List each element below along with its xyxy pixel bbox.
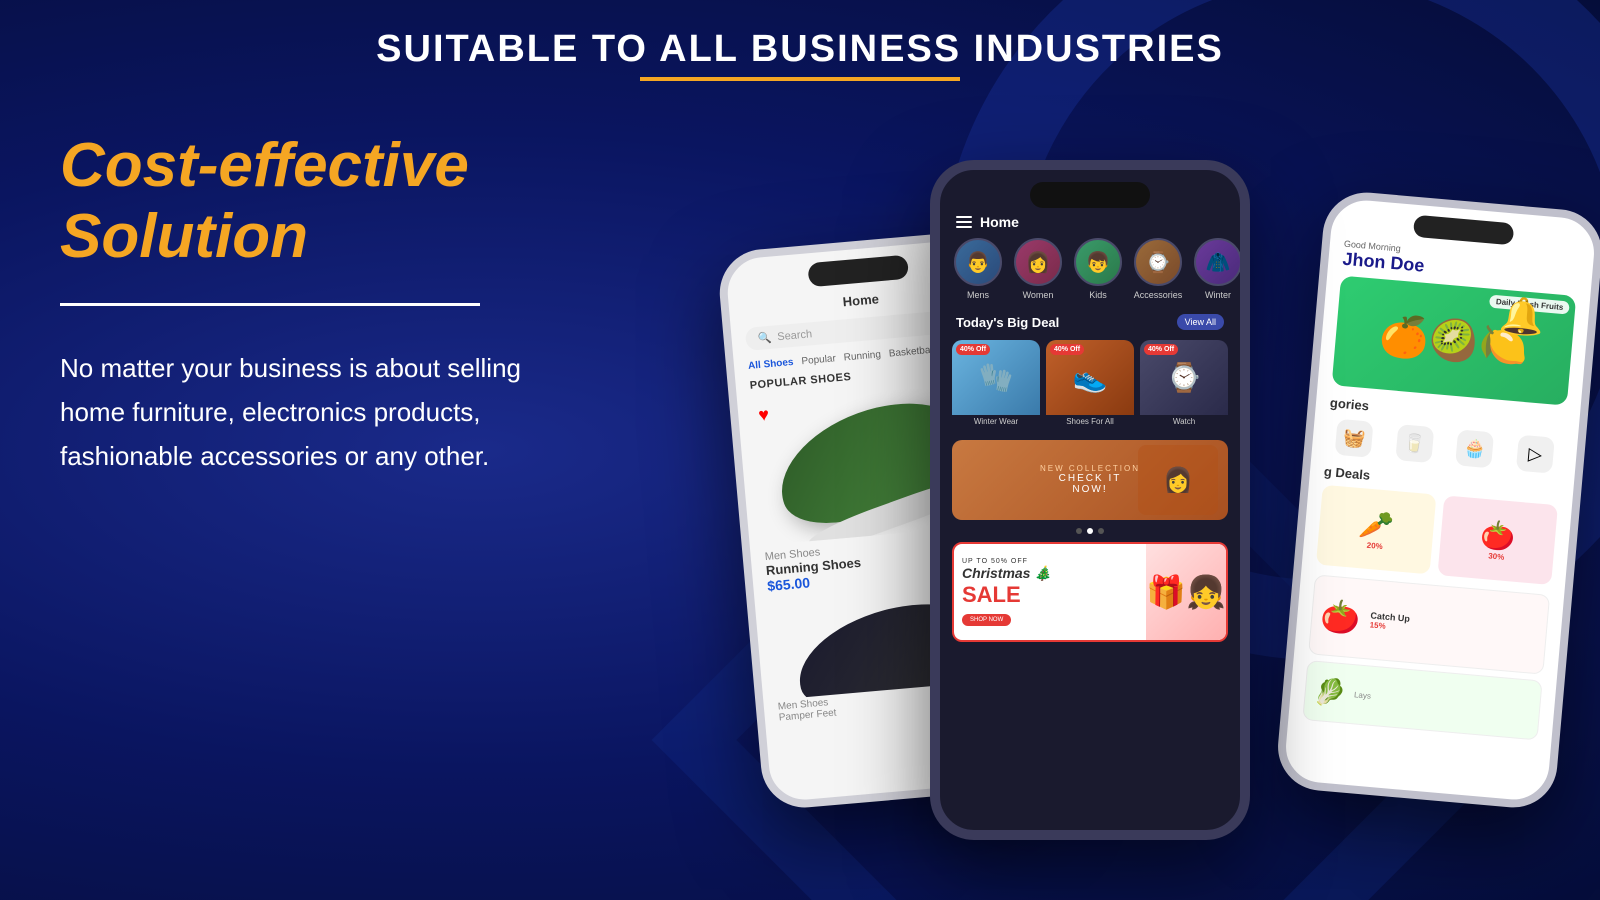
rcat-2[interactable]: 🥛 (1386, 423, 1443, 464)
category-mens-avatar: 👨 (954, 238, 1002, 286)
ketchup-info: Catch Up 15% (1369, 610, 1538, 644)
promo-sub: NEW COLLECTION (1040, 465, 1140, 474)
promo-banner[interactable]: NEW COLLECTION CHECK IT NOW! 👩 (952, 440, 1228, 520)
phone-mid: Home 👨 Mens 👩 Women 👦 Kids ⌚ Accessories… (930, 160, 1250, 840)
category-accessories[interactable]: ⌚ Accessories (1132, 238, 1184, 300)
category-winter-avatar: 🧥 (1194, 238, 1240, 286)
phone-mid-notch (1030, 182, 1150, 208)
category-winter[interactable]: 🧥 Winter (1192, 238, 1240, 300)
dot-1 (1076, 528, 1082, 534)
deal-label-shoes: Shoes For All (1046, 415, 1134, 428)
category-kids[interactable]: 👦 Kids (1072, 238, 1124, 300)
description-text: No matter your business is about selling… (60, 346, 560, 479)
deals-header: Today's Big Deal View All (940, 310, 1240, 334)
chips-product[interactable]: 🥬 Lays (1302, 660, 1542, 740)
main-heading: SUITABLE TO ALL BUSINESS INDUSTRIES (0, 28, 1600, 71)
deal-card-watch[interactable]: 40% Off ⌚ Watch (1140, 340, 1228, 430)
search-placeholder: Search (777, 328, 813, 343)
christmas-offer-text: UP TO 50% OFF (962, 558, 1138, 565)
fruits-banner[interactable]: 🍊🥝🍋 Daily Fresh Fruits 🔔 (1332, 276, 1577, 406)
rcat-icon-3: 🧁 (1455, 429, 1494, 468)
rcat-icon-2: 🥛 (1395, 424, 1434, 463)
main-title: Cost-effective Solution (60, 130, 560, 273)
deal-badge-watch: 40% Off (1144, 344, 1178, 355)
promo-line2: NOW! (1040, 484, 1140, 495)
search-icon: 🔍 (757, 331, 772, 345)
categories-row: 👨 Mens 👩 Women 👦 Kids ⌚ Accessories 🧥 Wi… (940, 238, 1240, 310)
category-women-label: Women (1023, 290, 1054, 300)
deal-badge-winter: 40% Off (956, 344, 990, 355)
rdeal-1-pct: 20% (1366, 541, 1383, 551)
tab-popular[interactable]: Popular (801, 353, 836, 367)
christmas-banner[interactable]: UP TO 50% OFF Christmas 🎄 SALE SHOP NOW … (952, 542, 1228, 642)
christmas-shop-btn[interactable]: SHOP NOW (962, 614, 1011, 626)
deal-label-winter: Winter Wear (952, 415, 1040, 428)
hamburger-icon[interactable] (956, 216, 972, 228)
tab-basketball[interactable]: Basketball (888, 345, 935, 360)
rcat-3[interactable]: 🧁 (1446, 429, 1503, 470)
rcat-icon-4: ▷ (1516, 435, 1555, 474)
category-mens[interactable]: 👨 Mens (952, 238, 1004, 300)
carousel-dots (940, 524, 1240, 538)
christmas-text-area: UP TO 50% OFF Christmas 🎄 SALE SHOP NOW (954, 550, 1146, 634)
ketchup-product[interactable]: 🍅 Catch Up 15% (1308, 574, 1550, 674)
rdeal-1[interactable]: 🥕 20% (1316, 485, 1437, 575)
promo-line1: CHECK IT (1040, 473, 1140, 484)
tab-all-shoes[interactable]: All Shoes (748, 357, 794, 372)
phone-right-notch (1413, 215, 1515, 246)
page-header: SUITABLE TO ALL BUSINESS INDUSTRIES (0, 0, 1600, 91)
category-winter-label: Winter (1205, 290, 1231, 300)
deal-badge-shoes: 40% Off (1050, 344, 1084, 355)
christmas-title: Christmas 🎄 (962, 565, 1138, 582)
deal-card-shoes[interactable]: 40% Off 👟 Shoes For All (1046, 340, 1134, 430)
rdeal-2-pct: 30% (1488, 551, 1505, 561)
view-all-button[interactable]: View All (1177, 314, 1224, 330)
promo-image: 👩 (1138, 445, 1218, 515)
category-kids-avatar: 👦 (1074, 238, 1122, 286)
rcat-1[interactable]: 🧺 (1326, 418, 1383, 459)
phone-right: Good Morning Jhon Doe 🍊🥝🍋 Daily Fresh Fr… (1274, 189, 1600, 811)
phones-container: Home 🔍 Search All Shoes Popular Running … (700, 80, 1600, 900)
christmas-image: 🎁👧 (1146, 544, 1226, 640)
chips-icon: 🥬 (1313, 675, 1348, 709)
category-acc-label: Accessories (1134, 290, 1183, 300)
left-section: Cost-effective Solution No matter your b… (60, 130, 560, 478)
promo-text: NEW COLLECTION CHECK IT NOW! (1040, 465, 1140, 496)
rcat-icon-1: 🧺 (1335, 419, 1374, 458)
category-women-avatar: 👩 (1014, 238, 1062, 286)
deal-label-watch: Watch (1140, 415, 1228, 428)
heart-icon[interactable]: ♥ (758, 404, 770, 426)
dot-3 (1098, 528, 1104, 534)
rdeal-2[interactable]: 🍅 30% (1437, 495, 1558, 585)
chips-label: Lays (1354, 690, 1372, 700)
bell-icon[interactable]: 🔔 (1498, 294, 1546, 340)
left-divider (60, 303, 480, 306)
rcat-4[interactable]: ▷ (1506, 434, 1563, 475)
category-kids-label: Kids (1089, 290, 1107, 300)
category-mens-label: Mens (967, 290, 989, 300)
christmas-sale: SALE (962, 582, 1138, 608)
phone-mid-title: Home (980, 214, 1019, 230)
deals-title: Today's Big Deal (956, 315, 1059, 330)
ketchup-icon: 🍅 (1319, 596, 1362, 637)
deals-grid: 40% Off 🧤 Winter Wear 40% Off 👟 Shoes Fo… (940, 334, 1240, 436)
phone-left-notch (807, 255, 909, 288)
dot-2 (1087, 528, 1093, 534)
deal-card-winter[interactable]: 40% Off 🧤 Winter Wear (952, 340, 1040, 430)
tab-running[interactable]: Running (843, 349, 881, 363)
category-acc-avatar: ⌚ (1134, 238, 1182, 286)
phone-mid-header: Home (940, 214, 1240, 238)
category-women[interactable]: 👩 Women (1012, 238, 1064, 300)
